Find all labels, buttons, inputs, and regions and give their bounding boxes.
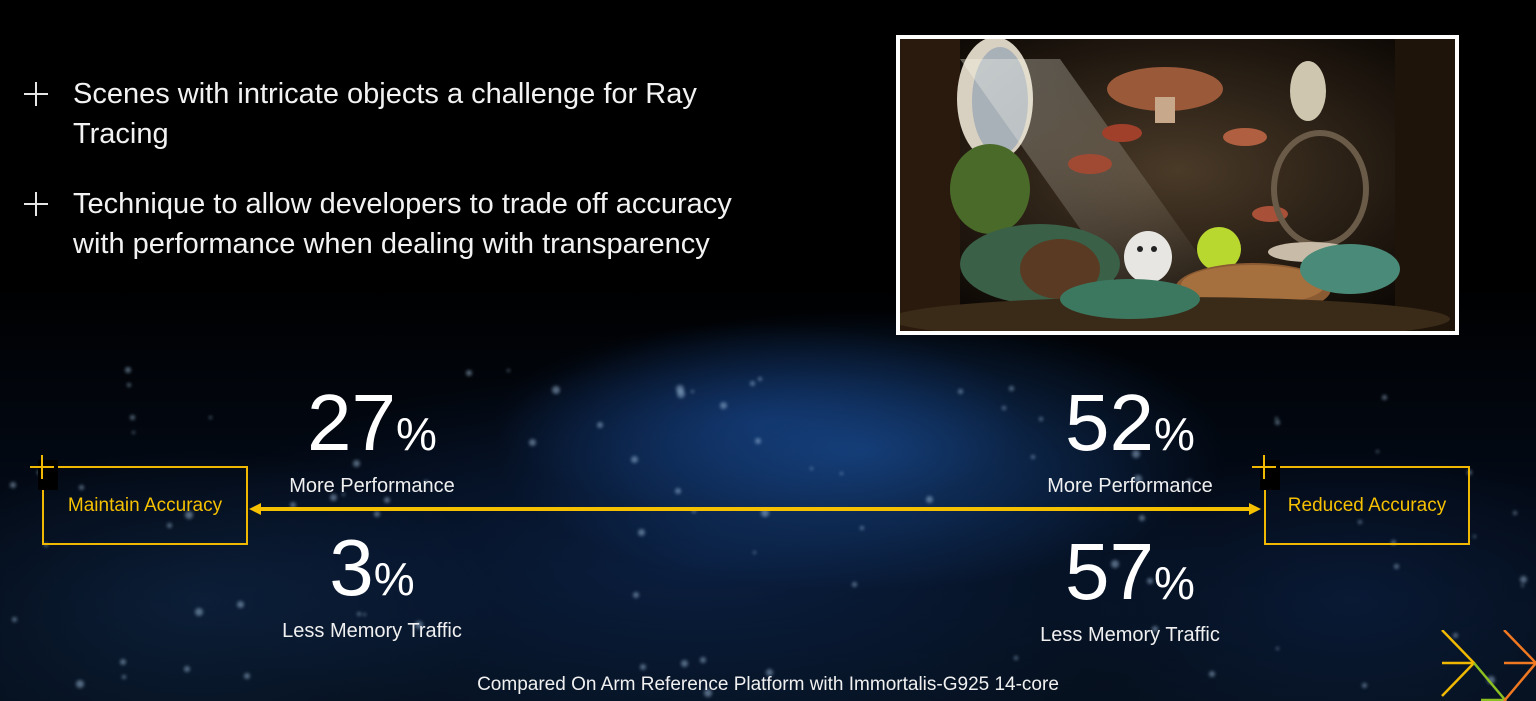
stat-label: More Performance — [289, 475, 455, 497]
particle — [640, 664, 646, 670]
forest-scene-image — [896, 35, 1459, 335]
particle — [552, 386, 560, 394]
particle — [852, 582, 857, 587]
particle — [1275, 420, 1280, 425]
arrow-head-left-icon — [249, 503, 261, 515]
particle — [195, 608, 203, 616]
particle — [1520, 576, 1527, 583]
stat-unit: % — [396, 408, 437, 460]
yellow-cross-icon — [30, 455, 54, 479]
particle — [638, 529, 645, 536]
bullet-list: Scenes with intricate objects a challeng… — [22, 74, 762, 294]
double-arrow — [249, 503, 1261, 515]
particle — [676, 385, 684, 393]
particle — [755, 438, 761, 444]
stat-label: Less Memory Traffic — [1040, 624, 1220, 646]
particle — [12, 617, 17, 622]
particle — [1382, 395, 1387, 400]
particle — [681, 660, 688, 667]
stat-value: 27 — [307, 378, 397, 467]
bullet-item: Scenes with intricate objects a challeng… — [22, 74, 762, 154]
particle — [1376, 450, 1379, 453]
stat-label: More Performance — [1047, 475, 1213, 497]
bullet-text: Scenes with intricate objects a challeng… — [73, 78, 697, 150]
stat-label: Less Memory Traffic — [282, 620, 462, 642]
particle — [184, 666, 190, 672]
particle — [1014, 656, 1018, 660]
maintain-accuracy-box: Maintain Accuracy — [42, 466, 248, 545]
particle — [720, 402, 727, 409]
reduced-accuracy-box: Reduced Accuracy — [1264, 466, 1470, 545]
particle — [758, 377, 762, 381]
stat-left-performance: 27% More Performance — [262, 383, 482, 498]
particle — [1521, 584, 1524, 587]
particle — [810, 467, 813, 470]
particle — [1473, 535, 1476, 538]
stat-value: 57 — [1065, 527, 1155, 616]
footnote: Compared On Arm Reference Platform with … — [477, 674, 1059, 695]
reduced-accuracy-label: Reduced Accuracy — [1287, 494, 1447, 516]
particle — [1513, 511, 1517, 515]
particle — [926, 496, 933, 503]
particle — [753, 551, 756, 554]
particle — [633, 592, 639, 598]
particle — [466, 370, 472, 376]
particle — [125, 367, 131, 373]
yellow-cross-icon — [1252, 455, 1276, 479]
particle — [120, 659, 126, 665]
particle — [700, 657, 706, 663]
stat-value: 52 — [1065, 378, 1155, 467]
particle — [209, 416, 212, 419]
particle — [130, 415, 135, 420]
arm-chevrons-logo-icon — [1441, 630, 1536, 701]
stat-right-performance: 52% More Performance — [1018, 383, 1242, 498]
particle — [1009, 386, 1014, 391]
stat-unit: % — [1154, 408, 1195, 460]
particle — [840, 472, 843, 475]
stat-value: 3 — [329, 523, 374, 612]
cross-bullet-icon — [24, 192, 48, 216]
particle — [1139, 515, 1145, 521]
maintain-accuracy-label: Maintain Accuracy — [67, 494, 223, 516]
particle — [860, 526, 864, 530]
arrow-head-right-icon — [1249, 503, 1261, 515]
bullet-text: Technique to allow developers to trade o… — [73, 188, 732, 260]
particle — [1002, 406, 1006, 410]
stat-left-memory: 3% Less Memory Traffic — [262, 528, 482, 643]
forest-scene-illustration — [900, 39, 1455, 331]
bullet-item: Technique to allow developers to trade o… — [22, 184, 762, 264]
particle — [10, 482, 16, 488]
particle — [1276, 647, 1279, 650]
particle — [507, 369, 510, 372]
particle — [597, 422, 603, 428]
particle — [750, 381, 755, 386]
stat-right-memory: 57% Less Memory Traffic — [1018, 532, 1242, 647]
particle — [1394, 564, 1399, 569]
particle — [132, 431, 135, 434]
particle — [958, 389, 963, 394]
particle — [691, 390, 694, 393]
stat-unit: % — [1154, 557, 1195, 609]
cross-bullet-icon — [24, 82, 48, 106]
particle — [237, 601, 244, 608]
particle — [529, 439, 536, 446]
particle — [127, 383, 131, 387]
particle — [675, 488, 681, 494]
stat-unit: % — [373, 553, 415, 605]
particle — [631, 456, 638, 463]
